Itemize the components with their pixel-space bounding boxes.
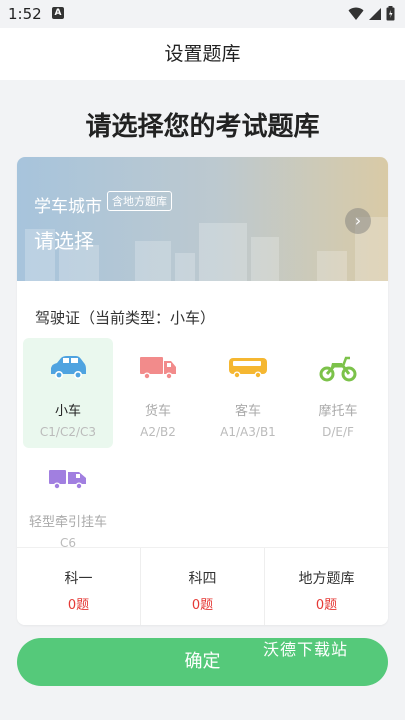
status-time: 1:52 (8, 5, 42, 23)
vehicle-code: D/E/F (322, 425, 354, 439)
subject-stats: 科一 0题 科四 0题 地方题库 0题 (17, 547, 388, 625)
subject-name: 科四 (188, 571, 217, 587)
vehicle-option-motorcycle[interactable]: 摩托车 D/E/F (293, 338, 383, 448)
building-decoration (251, 237, 279, 281)
city-label: 学车城市 (34, 197, 102, 217)
watermark: 沃德下载站 (263, 640, 349, 659)
header-title: 设置题库 (164, 43, 241, 65)
building-decoration (199, 223, 247, 281)
question-bank-card: 学车城市 含地方题库 请选择 › 驾驶证（当前类型：小车） 小车 C1/C2/C… (17, 157, 388, 625)
vehicle-name: 货车 (144, 404, 171, 419)
status-bar: 1:52 A (0, 0, 405, 28)
subject-name: 科一 (64, 571, 93, 587)
vehicle-option-bus[interactable]: 客车 A1/A3/B1 (203, 338, 293, 448)
license-type-label: 驾驶证（当前类型：小车） (35, 309, 216, 327)
subject-item-local-bank[interactable]: 地方题库 0题 (264, 548, 388, 625)
subject-count: 0题 (315, 598, 338, 613)
local-bank-tag: 含地方题库 (107, 191, 172, 211)
car-icon (51, 356, 86, 379)
subject-item-ke4[interactable]: 科四 0题 (140, 548, 264, 625)
vehicle-code: A2/B2 (140, 425, 176, 439)
vehicle-code: A1/A3/B1 (220, 425, 276, 439)
vehicle-option-truck[interactable]: 货车 A2/B2 (113, 338, 203, 448)
vehicle-name: 轻型牵引挂车 (28, 515, 107, 530)
vehicle-code: C1/C2/C3 (39, 425, 97, 439)
building-decoration (317, 251, 347, 281)
building-decoration (175, 253, 195, 281)
motorcycle-icon (319, 356, 357, 382)
subject-name: 地方题库 (298, 571, 355, 587)
bus-icon (229, 358, 267, 379)
subject-count: 0题 (67, 598, 90, 613)
chevron-right-icon[interactable]: › (345, 208, 371, 234)
battery-icon (386, 6, 395, 21)
page-title: 请选择您的考试题库 (85, 112, 320, 142)
subject-count: 0题 (191, 598, 214, 613)
vehicle-option-car[interactable]: 小车 C1/C2/C3 (23, 338, 113, 448)
trailer-truck-icon (49, 470, 86, 490)
city-select-text: 请选择 (34, 229, 94, 253)
vehicle-name: 客车 (234, 404, 261, 419)
app-header: 设置题库 (0, 28, 405, 80)
vehicle-name: 小车 (54, 404, 81, 419)
signal-icon (369, 7, 381, 20)
vehicle-name: 摩托车 (318, 404, 358, 419)
city-banner[interactable]: 学车城市 含地方题库 请选择 › (17, 157, 388, 281)
truck-icon (140, 357, 176, 380)
notification-icon: A (52, 7, 64, 19)
subject-item-ke1[interactable]: 科一 0题 (17, 548, 140, 625)
building-decoration (135, 241, 171, 281)
vehicle-option-light-trailer[interactable]: 轻型牵引挂车 C6 (23, 449, 113, 559)
status-icons (348, 6, 395, 21)
wifi-icon (348, 7, 364, 20)
